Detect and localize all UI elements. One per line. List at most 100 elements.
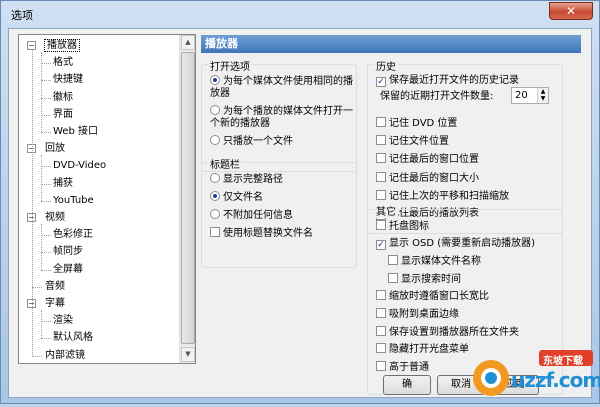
other-checkbox[interactable]: 托盘图标 — [376, 220, 429, 233]
history-checkbox[interactable]: 记住 DVD 位置 — [376, 117, 457, 130]
tree-item[interactable]: 格式 — [53, 55, 73, 71]
tree-item[interactable]: 徽标 — [53, 90, 73, 106]
radio-one-file[interactable]: 只播放一个文件 — [210, 135, 293, 148]
recent-count-stepper[interactable]: 20 ▲ ▼ — [511, 87, 549, 104]
tree-item-label: 快捷键 — [53, 74, 83, 86]
tree-item-label: 字幕 — [45, 298, 65, 309]
other-title: 其它 — [374, 203, 398, 218]
checkbox-icon — [376, 290, 386, 301]
checkbox-label: 记住文件位置 — [389, 136, 449, 148]
tree-item[interactable]: YouTube — [53, 193, 94, 209]
history-checkbox[interactable]: 记住文件位置 — [376, 135, 449, 148]
tree-connector — [41, 338, 51, 340]
checkbox-label: 显示搜索时间 — [401, 273, 461, 285]
other-checkbox[interactable]: ✓ 显示 OSD (需要重新启动播放器) — [376, 238, 535, 250]
other-checkbox[interactable]: 吸附到桌面边缘 — [376, 308, 459, 321]
radio-off-icon — [210, 209, 220, 219]
panel-header: 播放器 — [201, 35, 581, 53]
other-checkbox[interactable]: 显示搜索时间 — [388, 272, 461, 286]
scroll-down-icon[interactable]: ▼ — [181, 347, 195, 362]
tree-item-label: 格式 — [53, 57, 73, 69]
tree-item[interactable]: 界面 — [53, 107, 73, 123]
panel-title: 播放器 — [205, 37, 238, 50]
scroll-up-icon[interactable]: ▲ — [181, 35, 195, 50]
tree-item[interactable]: 内部滤镜 — [45, 348, 85, 363]
tree-item[interactable]: 字幕 — [45, 296, 65, 312]
other-checkbox[interactable]: 显示媒体文件名称 — [388, 255, 481, 268]
checkbox-icon — [376, 308, 386, 318]
tree-item-label: DVD-Video — [53, 160, 107, 172]
close-button[interactable]: ✕ — [549, 2, 593, 20]
history-checkbox[interactable]: 记住最后的窗口位置 — [376, 153, 479, 166]
checkbox-checked-icon: ✓ — [376, 239, 386, 250]
site-watermark: 东坡下载 uzzf.com — [469, 348, 600, 404]
tree-item[interactable]: 默认风格 — [53, 330, 93, 346]
tree-item-label: 音频 — [45, 280, 65, 292]
tree-item[interactable]: 回放 — [45, 141, 65, 157]
close-icon: ✕ — [565, 4, 577, 18]
tree-item-label: 视频 — [45, 212, 65, 223]
radio-filename-only[interactable]: 仅文件名 — [210, 191, 263, 204]
radio-new-player[interactable]: 为每个播放的媒体文件打开一个新的播放器 — [210, 105, 355, 130]
history-checkbox[interactable]: 记住最后的窗口大小 — [376, 171, 479, 185]
recent-count-label: 保留的近期打开文件数量: — [380, 91, 494, 102]
tree-item[interactable]: 捕获 — [53, 176, 73, 192]
tree-connector — [41, 52, 42, 132]
title-bar-group: 标题栏 显示完整路径 仅文件名 不附加任何信息 使用标题替换文件名 — [201, 156, 357, 268]
spin-arrows-icon[interactable]: ▲ ▼ — [537, 88, 548, 103]
tree-item-label: 播放器 — [44, 39, 80, 52]
tree-connector — [41, 269, 51, 271]
checkbox-label: 托盘图标 — [389, 221, 429, 232]
tree-item[interactable]: DVD-Video — [53, 158, 106, 174]
tree-item-label: YouTube — [53, 194, 94, 206]
radio-no-info[interactable]: 不附加任何信息 — [210, 209, 293, 222]
checkbox-save-history[interactable]: ✓ 保存最近打开文件的历史记录 — [376, 75, 519, 87]
tree-item[interactable]: Web 接口 — [53, 124, 98, 140]
checkbox-label: 缩放时遵循窗口长宽比 — [389, 291, 489, 303]
radio-label: 不附加任何信息 — [223, 210, 293, 221]
tree-connector — [41, 132, 51, 133]
tree-connector — [41, 97, 51, 99]
other-checkbox[interactable]: 缩放时遵循窗口长宽比 — [376, 290, 489, 303]
ok-button[interactable]: 确 — [383, 375, 431, 395]
tree-item-label: 全屏幕 — [53, 263, 83, 275]
tree-item[interactable]: 视频 — [45, 210, 65, 226]
checkbox-label: 保存设置到播放器所在文件夹 — [389, 326, 519, 338]
radio-full-path[interactable]: 显示完整路径 — [210, 173, 283, 186]
other-checkbox[interactable]: 高于普通 — [376, 360, 429, 374]
tree-item[interactable]: 色彩修正 — [53, 227, 93, 243]
radio-label: 只播放一个文件 — [223, 136, 293, 147]
checkbox-label: 隐藏打开光盘菜单 — [389, 344, 469, 356]
open-options-title: 打开选项 — [208, 58, 252, 73]
scroll-thumb[interactable] — [181, 52, 195, 344]
tree-connector — [32, 286, 42, 288]
radio-label: 仅文件名 — [223, 192, 263, 203]
history-checkbox[interactable]: 记住上次的平移和扫描缩放 — [376, 189, 509, 203]
tree-connector — [41, 310, 42, 339]
other-checkbox[interactable]: 隐藏打开光盘菜单 — [376, 343, 469, 356]
checkbox-icon — [376, 153, 386, 164]
radio-on-icon — [210, 75, 220, 85]
tree-connector — [41, 166, 51, 168]
tree-item[interactable]: 渲染 — [53, 313, 73, 329]
tree-connector — [32, 355, 42, 357]
checkbox-label: 保存最近打开文件的历史记录 — [389, 75, 519, 86]
tree-scrollbar[interactable]: ▲ ▼ — [179, 35, 195, 363]
radio-label: 为每个媒体文件使用相同的播放器 — [210, 76, 353, 99]
tree-item[interactable]: 播放器 — [44, 38, 80, 54]
recent-count-value[interactable]: 20 — [515, 90, 528, 101]
category-tree[interactable]: ▲ ▼ 播放器 − 格式 快捷键 徽标 界面 Web 接口 回放 − DVD-Video 捕获 You… — [18, 34, 196, 364]
radio-off-icon — [210, 105, 220, 115]
tree-item[interactable]: 音频 — [45, 279, 65, 295]
radio-same-player[interactable]: 为每个媒体文件使用相同的播放器 — [210, 75, 355, 100]
title-bar[interactable]: 选项 ✕ — [1, 1, 599, 27]
tree-connector — [41, 200, 51, 202]
tree-item[interactable]: 帧同步 — [53, 244, 83, 260]
tree-item[interactable]: 快捷键 — [53, 72, 83, 88]
tree-item-label: 内部滤镜 — [45, 349, 85, 361]
checkbox-icon — [376, 343, 386, 354]
checkbox-replace-title[interactable]: 使用标题替换文件名 — [210, 227, 313, 240]
tree-item[interactable]: 全屏幕 — [53, 262, 83, 278]
dialog-client: ▲ ▼ 播放器 − 格式 快捷键 徽标 界面 Web 接口 回放 − DVD-Video 捕获 You… — [8, 28, 592, 398]
other-checkbox[interactable]: 保存设置到播放器所在文件夹 — [376, 325, 519, 339]
